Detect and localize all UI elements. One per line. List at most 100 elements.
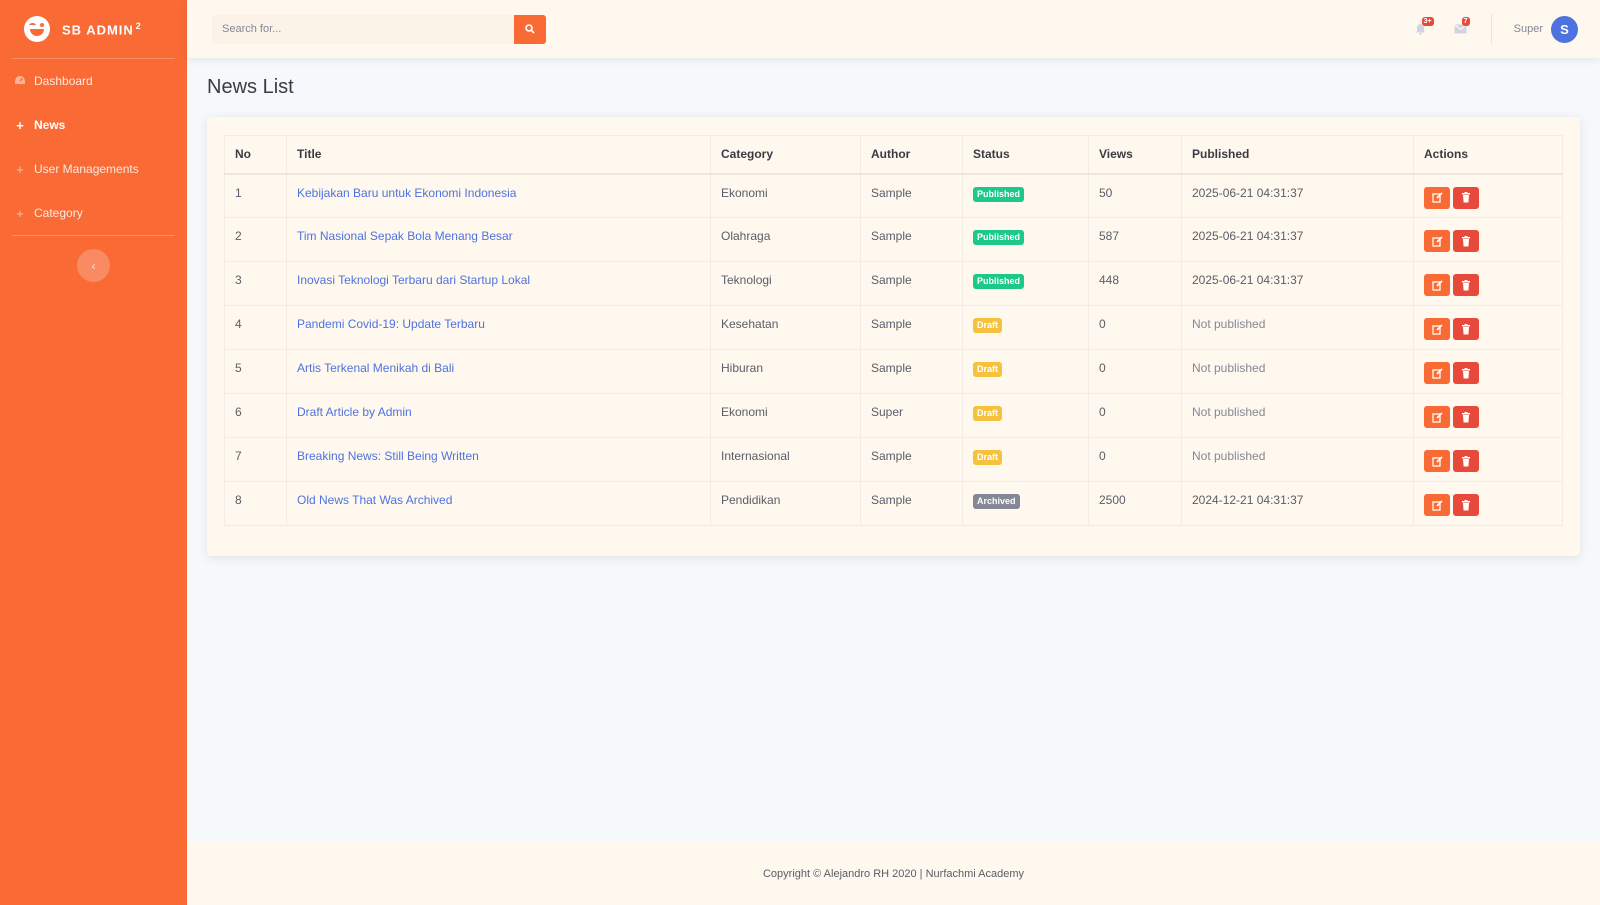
trash-icon xyxy=(1462,235,1470,246)
cell-no: 4 xyxy=(224,305,287,350)
row-actions xyxy=(1424,494,1552,516)
news-title-link[interactable]: Inovasi Teknologi Terbaru dari Startup L… xyxy=(286,261,711,306)
delete-button[interactable] xyxy=(1453,494,1479,516)
edit-button[interactable] xyxy=(1424,274,1450,296)
brand-sup: 2 xyxy=(135,20,142,31)
cell-category: Pendidikan xyxy=(710,481,861,526)
status-badge: Archived xyxy=(973,494,1020,509)
edit-icon xyxy=(1431,455,1443,467)
column-header: Title xyxy=(286,135,711,175)
delete-button[interactable] xyxy=(1453,406,1479,428)
edit-icon xyxy=(1431,279,1443,291)
delete-button[interactable] xyxy=(1453,274,1479,296)
table-row: 7 Breaking News: Still Being Written Inter… xyxy=(224,437,1563,482)
search-icon xyxy=(525,24,535,34)
news-title-link[interactable]: Draft Article by Admin xyxy=(286,393,711,438)
news-title-link[interactable]: Pandemi Covid-19: Update Terbaru xyxy=(286,305,711,350)
news-title-link[interactable]: Artis Terkenal Menikah di Bali xyxy=(286,349,711,394)
sidebar-item-label: Category xyxy=(34,206,83,220)
table-body: 1 Kebijakan Baru untuk Ekonomi Indonesia E… xyxy=(224,173,1563,526)
cell-views: 2500 xyxy=(1088,481,1182,526)
cell-actions xyxy=(1413,305,1563,350)
delete-button[interactable] xyxy=(1453,450,1479,472)
sidebar-item-user-managements[interactable]: + User Managements xyxy=(0,147,187,191)
messages-count-badge: 7 xyxy=(1461,17,1470,26)
cell-views: 50 xyxy=(1088,173,1182,218)
cell-status: Draft xyxy=(962,437,1089,482)
edit-button[interactable] xyxy=(1424,318,1450,340)
edit-button[interactable] xyxy=(1424,450,1450,472)
status-badge: Draft xyxy=(973,362,1003,377)
cell-actions xyxy=(1413,393,1563,438)
avatar[interactable]: S xyxy=(1551,15,1578,43)
user-name[interactable]: Super xyxy=(1514,23,1543,35)
cell-status: Draft xyxy=(962,393,1089,438)
plus-icon: + xyxy=(16,117,24,133)
table-row: 8 Old News That Was Archived Pendidikan Sam… xyxy=(224,481,1563,526)
cell-views: 0 xyxy=(1088,393,1182,438)
edit-button[interactable] xyxy=(1424,494,1450,516)
cell-actions xyxy=(1413,349,1563,394)
cell-published: Not published xyxy=(1181,349,1414,394)
edit-button[interactable] xyxy=(1424,186,1450,209)
sidebar-item-dashboard[interactable]: Dashboard xyxy=(0,59,187,103)
news-title-link[interactable]: Breaking News: Still Being Written xyxy=(286,437,711,482)
news-title-link[interactable]: Old News That Was Archived xyxy=(286,481,711,526)
column-header: Author xyxy=(860,135,963,175)
edit-icon xyxy=(1431,323,1443,335)
column-header: Category xyxy=(710,135,861,175)
search-input[interactable] xyxy=(212,14,514,44)
trash-icon xyxy=(1462,279,1470,290)
status-badge: Published xyxy=(973,230,1025,245)
cell-published: Not published xyxy=(1181,305,1414,350)
cell-status: Draft xyxy=(962,349,1089,394)
cell-views: 448 xyxy=(1088,261,1182,306)
cell-category: Olahraga xyxy=(710,217,861,262)
edit-button[interactable] xyxy=(1424,406,1450,428)
table-row: 5 Artis Terkenal Menikah di Bali Hiburan Sa… xyxy=(224,349,1563,394)
search-button[interactable] xyxy=(514,14,546,44)
cell-views: 587 xyxy=(1088,217,1182,262)
alerts-count-badge: 3+ xyxy=(1421,17,1434,26)
content: News List No Title Category Author Status Vie… xyxy=(187,58,1600,842)
alerts-dropdown[interactable]: 3+ xyxy=(1401,14,1441,44)
column-header: No xyxy=(224,135,287,175)
messages-dropdown[interactable]: 7 xyxy=(1441,14,1481,44)
cell-views: 0 xyxy=(1088,349,1182,394)
footer: Copyright © Alejandro RH 2020 | Nurfachm… xyxy=(187,842,1600,905)
edit-button[interactable] xyxy=(1424,362,1450,384)
cell-no: 2 xyxy=(224,217,287,262)
delete-button[interactable] xyxy=(1453,186,1479,209)
news-title-link[interactable]: Kebijakan Baru untuk Ekonomi Indonesia xyxy=(286,173,711,218)
topbar-divider xyxy=(1490,14,1492,44)
sidebar-item-label: User Managements xyxy=(34,162,139,176)
cell-category: Ekonomi xyxy=(710,173,861,218)
delete-button[interactable] xyxy=(1453,318,1479,340)
row-actions xyxy=(1424,318,1552,340)
cell-author: Sample xyxy=(860,481,963,526)
main-wrapper: 3+ 7 Super S News List NoTitleCategoryAu… xyxy=(187,0,1600,905)
edit-button[interactable] xyxy=(1424,230,1450,252)
delete-button[interactable] xyxy=(1453,362,1479,384)
brand[interactable]: SB ADMIN 2 xyxy=(0,0,187,58)
cell-published: 2025-06-21 04:31:37 xyxy=(1181,261,1414,306)
column-header: Published xyxy=(1181,135,1414,175)
plus-icon: + xyxy=(16,205,24,221)
sidebar-item-news[interactable]: + News xyxy=(0,103,187,147)
trash-icon xyxy=(1462,323,1470,334)
news-card: No Title Category Author Status Views Publishe… xyxy=(207,117,1580,556)
table-row: 1 Kebijakan Baru untuk Ekonomi Indonesia E… xyxy=(224,173,1563,218)
cell-actions xyxy=(1413,173,1563,218)
sidebar-toggle-button[interactable]: ‹ xyxy=(77,249,110,282)
edit-icon xyxy=(1431,367,1443,379)
trash-icon xyxy=(1462,367,1470,378)
cell-author: Sample xyxy=(860,349,963,394)
delete-button[interactable] xyxy=(1453,230,1479,252)
sidebar-item-category[interactable]: + Category xyxy=(0,191,187,235)
news-title-link[interactable]: Tim Nasional Sepak Bola Menang Besar xyxy=(286,217,711,262)
table-row: 4 Pandemi Covid-19: Update Terbaru Kesehat… xyxy=(224,305,1563,350)
dashboard-icon xyxy=(14,75,26,88)
row-actions xyxy=(1424,274,1552,296)
table-row: 2 Tim Nasional Sepak Bola Menang Besar Ola… xyxy=(224,217,1563,262)
cell-published: 2025-06-21 04:31:37 xyxy=(1181,173,1414,218)
